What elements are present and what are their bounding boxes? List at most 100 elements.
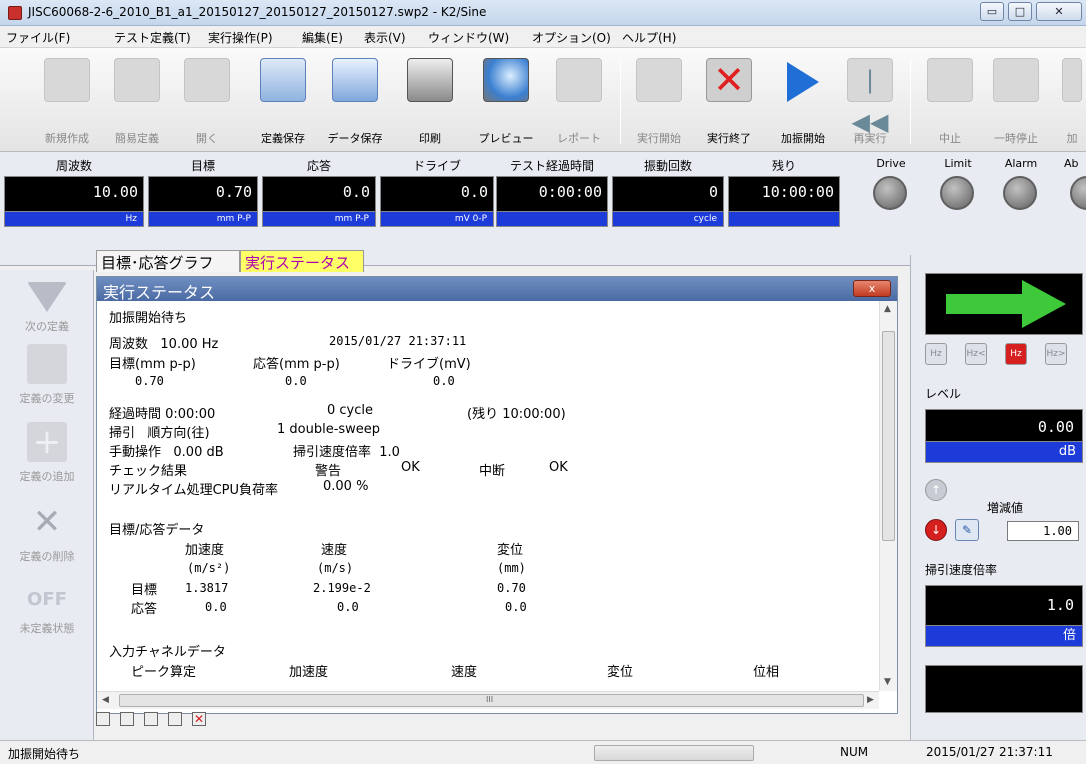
status-manual-op: 手動操作 0.00 dB (109, 445, 224, 460)
print-button[interactable]: 印刷 (400, 54, 460, 148)
meter-value-drive: 0.0 (380, 176, 494, 212)
vertical-scroll-thumb[interactable] (882, 331, 895, 541)
app-icon (8, 6, 22, 20)
end-run-button[interactable]: ✕ 実行終了 (696, 54, 762, 148)
extra-display (925, 665, 1083, 713)
hz-sweep-down-button[interactable]: Hz< (965, 343, 987, 365)
status-frequency: 周波数 10.00 Hz (109, 337, 219, 352)
tile-horizontal-icon[interactable] (96, 712, 110, 726)
scroll-up-arrow-icon[interactable]: ▲ (884, 304, 891, 314)
pause-button[interactable]: 一時停止 (984, 54, 1048, 148)
delete-x-icon: ✕ (32, 502, 62, 542)
input-col-displacement: 変位 (607, 665, 634, 680)
status-header-response: 応答(mm p-p) (253, 357, 340, 372)
status-header-drive: ドライブ(mV) (387, 357, 471, 372)
cascade-icon[interactable] (144, 712, 158, 726)
new-file-icon (44, 58, 90, 102)
level-unit: dB (925, 441, 1083, 463)
menu-execution[interactable]: 実行操作(P) (208, 29, 273, 46)
tab-target-response-graph[interactable]: 目標･応答グラフ (96, 250, 240, 272)
level-down-icon[interactable]: ↓ (925, 519, 947, 541)
horizontal-scrollbar[interactable]: ◀ III ▶ (97, 691, 879, 709)
toolbar: 新規作成 簡易定義 開く 定義保存 データ保存 印刷 プレビュー レポート 実行… (0, 48, 1086, 152)
rewind-icon: |◀◀ (847, 58, 893, 136)
add-definition-button[interactable]: + 定義の追加 (0, 422, 94, 484)
meter-label-frequency: 周波数 (55, 159, 92, 173)
unit-displacement: (mm) (497, 561, 526, 575)
menu-test-definition[interactable]: テスト定義(T) (114, 29, 191, 46)
status-warning-value: OK (401, 460, 420, 475)
unit-velocity: (m/s) (317, 561, 354, 575)
meter-bar: 周波数 10.00 Hz 目標 0.70 mm P-P 応答 0.0 mm P-… (0, 152, 1086, 266)
status-check-result: チェック結果 (109, 464, 188, 479)
meter-unit-cycles: cycle (612, 212, 724, 227)
edit-step-icon[interactable]: ✎ (955, 519, 979, 541)
limit-lamp-icon (940, 176, 974, 210)
col-displacement: 変位 (497, 543, 524, 558)
meter-unit-frequency: Hz (4, 212, 144, 227)
meter-label-cycles: 振動回数 (643, 159, 692, 173)
start-run-button[interactable]: 実行開始 (626, 54, 692, 148)
lamp-label-abort: Ab (1064, 157, 1079, 170)
menu-view[interactable]: 表示(V) (364, 29, 406, 46)
step-label: 増減値 (987, 501, 1024, 515)
input-col-phase: 位相 (753, 665, 780, 680)
scroll-down-arrow-icon[interactable]: ▼ (884, 677, 891, 687)
minimize-button[interactable]: ▭ (980, 2, 1004, 21)
panel-close-button[interactable]: x (853, 280, 891, 297)
meter-label-target: 目標 (190, 159, 215, 173)
menu-file[interactable]: ファイル(F) (6, 29, 70, 46)
tile-vertical-icon[interactable] (120, 712, 134, 726)
level-up-icon[interactable]: ↑ (925, 479, 947, 501)
open-button[interactable]: 開く (176, 54, 238, 148)
status-cpu-label: リアルタイム処理CPU負荷率 (109, 483, 279, 498)
hz-sweep-up-button[interactable]: Hz> (1045, 343, 1067, 365)
maximize-button[interactable]: □ (1008, 2, 1032, 21)
abort-lamp-icon (1070, 176, 1086, 210)
more-toolbar-button[interactable]: 加 (1058, 54, 1086, 148)
meter-value-cycles: 0 (612, 176, 724, 212)
status-text: 加振開始待ち (8, 747, 81, 761)
close-all-icon[interactable]: ✕ (192, 712, 206, 726)
change-definition-button[interactable]: 定義の変更 (0, 344, 94, 406)
menu-window[interactable]: ウィンドウ(W) (428, 29, 509, 46)
step-value-input[interactable]: 1.00 (1007, 521, 1079, 541)
menu-edit[interactable]: 編集(E) (302, 29, 343, 46)
panel-title: 実行ステータス (97, 277, 897, 302)
preview-button[interactable]: プレビュー (466, 54, 546, 148)
menu-options[interactable]: オプション(O) (532, 29, 611, 46)
status-state: 加振開始待ち (109, 311, 188, 326)
save-definition-button[interactable]: 定義保存 (248, 54, 318, 148)
lamp-label-alarm: Alarm (1004, 157, 1038, 170)
simple-define-button[interactable]: 簡易定義 (104, 54, 170, 148)
close-window-button[interactable]: ✕ (1036, 2, 1082, 21)
horizontal-scroll-thumb[interactable]: III (119, 694, 864, 707)
start-excitation-button[interactable]: 加振開始 (770, 54, 836, 148)
end-run-x-icon: ✕ (706, 58, 752, 102)
tab-execution-status[interactable]: 実行ステータス (240, 250, 364, 272)
restore-icon[interactable] (168, 712, 182, 726)
scroll-left-arrow-icon[interactable]: ◀ (102, 695, 109, 705)
abort-button[interactable]: 中止 (922, 54, 978, 148)
input-channel-data-title: 入力チャネルデータ (109, 645, 226, 660)
scroll-right-arrow-icon[interactable]: ▶ (867, 695, 874, 705)
status-warning-label: 警告 (315, 464, 342, 479)
menu-help[interactable]: ヘルプ(H) (622, 29, 676, 46)
status-abort-value: OK (549, 460, 568, 475)
row-target-acc: 1.3817 (185, 581, 229, 595)
row-target-label: 目標 (131, 583, 158, 598)
vertical-scrollbar[interactable]: ▲ ▼ (879, 301, 897, 691)
start-run-icon (636, 58, 682, 102)
hz-hold-button[interactable]: Hz (1005, 343, 1027, 365)
hz-down-button[interactable]: Hz (925, 343, 947, 365)
delete-definition-button[interactable]: ✕ 定義の削除 (0, 502, 94, 564)
report-button[interactable]: レポート (548, 54, 610, 148)
meter-value-target: 0.70 (148, 176, 258, 212)
new-button[interactable]: 新規作成 (34, 54, 100, 148)
save-data-button[interactable]: データ保存 (318, 54, 392, 148)
definition-actions-bar: 次の定義 定義の変更 + 定義の追加 ✕ 定義の削除 OFF 未定義状態 (0, 270, 94, 740)
drive-lamp-icon (873, 176, 907, 210)
undefined-state-button[interactable]: OFF 未定義状態 (0, 580, 94, 636)
next-definition-button[interactable]: 次の定義 (0, 276, 94, 334)
rerun-button[interactable]: |◀◀ 再実行 (840, 54, 900, 148)
